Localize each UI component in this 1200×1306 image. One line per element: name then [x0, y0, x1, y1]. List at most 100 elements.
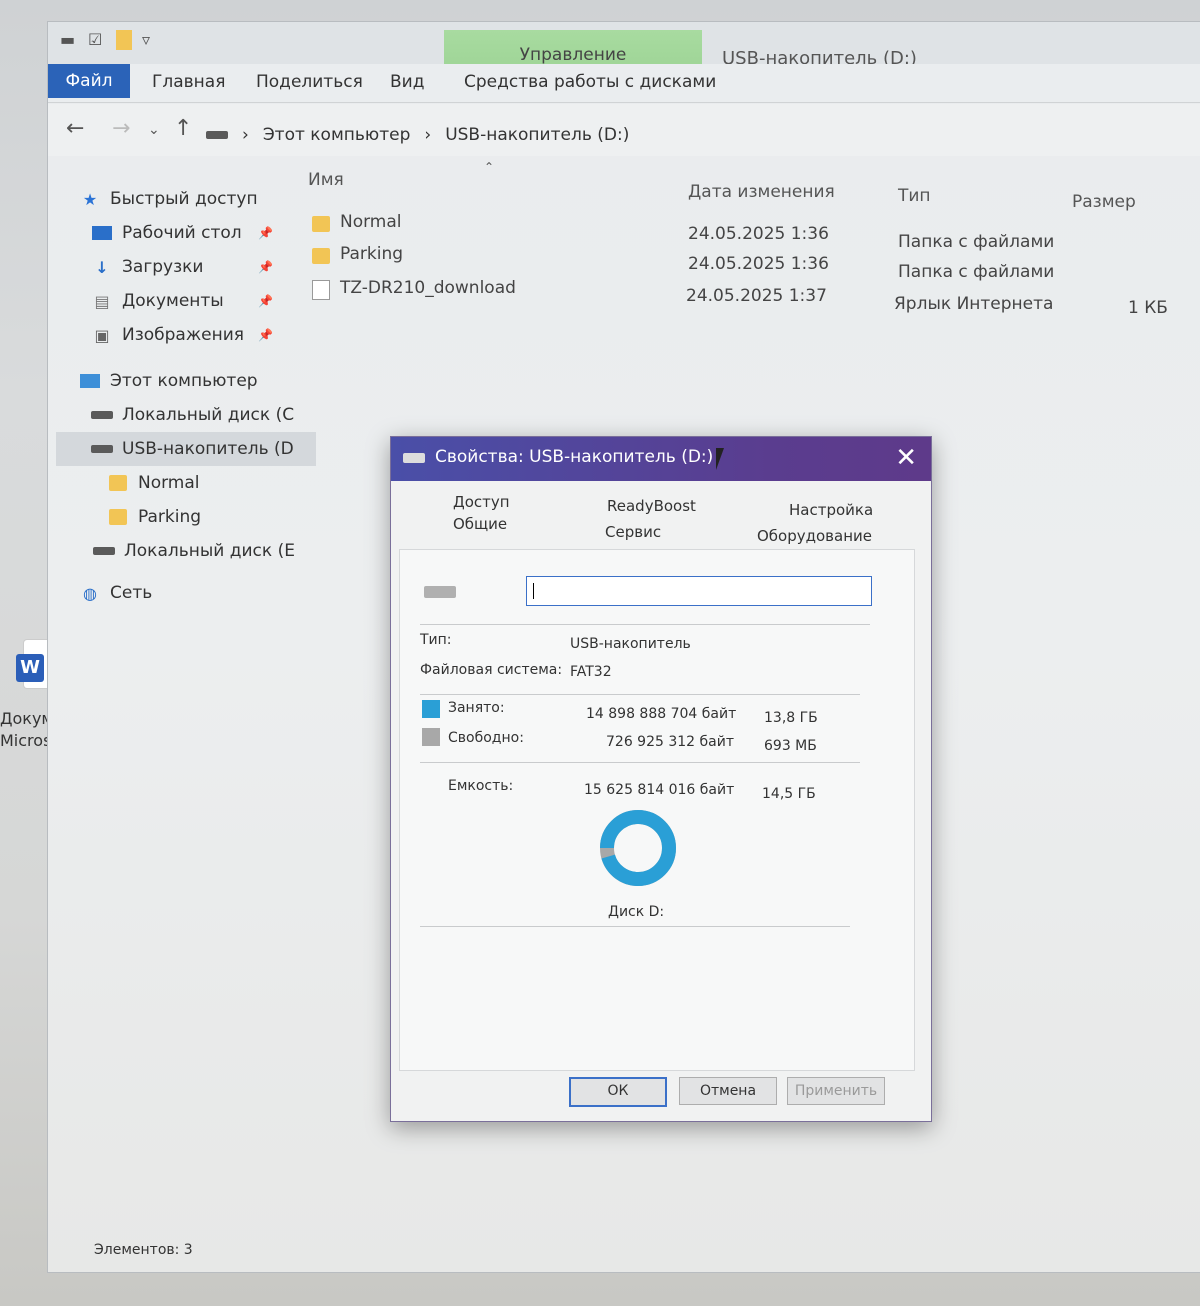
used-space-arc — [600, 810, 676, 886]
tab-readyboost[interactable]: ReadyBoost — [607, 497, 696, 515]
quick-access-toolbar: ▬ ☑ ▿ — [60, 30, 160, 50]
capacity-bytes: 15 625 814 016 байт — [584, 782, 735, 798]
nav-item-documents[interactable]: ▤ Документы 📌 — [78, 284, 308, 318]
folder-icon — [312, 248, 330, 264]
desktop-icon — [90, 223, 114, 243]
capacity-size: 14,5 ГБ — [762, 786, 816, 802]
tab-drive-tools[interactable]: Средства работы с дисками — [464, 72, 716, 92]
usb-drive-icon — [90, 439, 114, 459]
filesystem-value: FAT32 — [570, 664, 612, 680]
breadcrumb-item-this-pc[interactable]: Этот компьютер — [263, 125, 411, 145]
nav-item-label: Локальный диск (C — [122, 405, 295, 425]
disk-usage-ring — [600, 810, 676, 886]
file-name: TZ-DR210_download — [340, 278, 516, 298]
used-bytes: 14 898 888 704 байт — [586, 706, 737, 722]
file-size: 1 КБ — [1128, 298, 1168, 318]
nav-item-pictures[interactable]: ▣ Изображения 📌 — [78, 318, 308, 352]
free-bytes: 726 925 312 байт — [606, 734, 734, 750]
nav-item-quick-access[interactable]: ★ Быстрый доступ — [78, 182, 308, 216]
nav-item-label: Документы — [122, 291, 224, 311]
filesystem-label: Файловая система: — [420, 662, 563, 678]
breadcrumb[interactable]: › Этот компьютер › USB-накопитель (D:) — [206, 120, 1000, 150]
tab-file[interactable]: Файл — [48, 64, 130, 98]
used-label: Занято: — [448, 700, 505, 716]
file-date: 24.05.2025 1:36 — [688, 254, 829, 274]
drive-name-input[interactable] — [526, 576, 872, 606]
status-bar: Элементов: 3 — [94, 1242, 193, 1258]
nav-item-local-disk-e[interactable]: Локальный диск (E — [78, 534, 308, 568]
computer-icon — [78, 371, 102, 391]
nav-item-folder-parking[interactable]: Parking — [78, 500, 308, 534]
network-icon: ◍ — [83, 583, 97, 603]
properties-icon[interactable]: ☑ — [88, 30, 106, 50]
column-header-name[interactable]: Имя — [308, 170, 344, 190]
address-bar: ← → ⌄ ↑ › Этот компьютер › USB-накопител… — [48, 104, 1200, 156]
word-logo-icon: W — [16, 654, 44, 682]
nav-item-network[interactable]: ◍ Сеть — [78, 576, 308, 610]
drive-icon[interactable]: ▬ — [60, 30, 78, 50]
nav-item-label: Изображения — [122, 325, 245, 345]
nav-item-label: Сеть — [110, 583, 153, 603]
capacity-label: Емкость: — [448, 778, 514, 794]
file-row[interactable]: TZ-DR210_download 24.05.2025 1:37 Ярлык … — [310, 278, 1180, 318]
nav-item-folder-normal[interactable]: Normal — [78, 466, 308, 500]
apply-button[interactable]: Применить — [787, 1077, 885, 1105]
tab-tools[interactable]: Сервис — [605, 523, 661, 541]
nav-item-label: Parking — [138, 507, 202, 527]
nav-item-label: USB-накопитель (D — [122, 439, 294, 459]
nav-item-label: Normal — [138, 473, 200, 493]
nav-item-label: Этот компьютер — [110, 371, 258, 391]
documents-icon: ▤ — [94, 291, 110, 311]
file-date: 24.05.2025 1:37 — [686, 286, 827, 306]
new-folder-icon[interactable] — [116, 30, 132, 50]
tab-view[interactable]: Вид — [390, 72, 424, 92]
nav-item-desktop[interactable]: Рабочий стол 📌 — [78, 216, 308, 250]
tab-hardware[interactable]: Оборудование — [757, 527, 872, 545]
disk-label: Диск D: — [608, 904, 665, 920]
internet-shortcut-icon — [312, 280, 330, 300]
navigation-pane: ★ Быстрый доступ Рабочий стол 📌 ↓ Загруз… — [56, 172, 316, 610]
pin-icon[interactable]: 📌 — [258, 260, 273, 274]
nav-item-usb-drive[interactable]: USB-накопитель (D — [56, 432, 316, 466]
close-icon[interactable]: ✕ — [895, 443, 917, 473]
pin-icon[interactable]: 📌 — [258, 294, 273, 308]
file-name: Parking — [340, 244, 404, 264]
file-row[interactable]: Parking 24.05.2025 1:36 Папка с файлами — [310, 244, 1180, 282]
nav-item-this-pc[interactable]: Этот компьютер — [78, 364, 308, 398]
pin-icon[interactable]: 📌 — [258, 226, 273, 240]
type-value: USB-накопитель — [570, 636, 691, 652]
pin-icon[interactable]: 📌 — [258, 328, 273, 342]
divider — [420, 926, 850, 927]
column-header-type[interactable]: Тип — [898, 186, 931, 206]
file-row[interactable]: Normal 24.05.2025 1:36 Папка с файлами — [310, 212, 1180, 252]
used-size: 13,8 ГБ — [764, 710, 818, 726]
cancel-button[interactable]: Отмена — [679, 1077, 777, 1105]
nav-item-label: Загрузки — [122, 257, 204, 277]
back-arrow-icon[interactable]: ← — [66, 116, 84, 141]
properties-dialog: Свойства: USB-накопитель (D:) ✕ Доступ R… — [390, 436, 932, 1122]
recent-locations-chevron-icon[interactable]: ⌄ — [148, 122, 160, 138]
breadcrumb-item-usb[interactable]: USB-накопитель (D:) — [445, 125, 629, 145]
tab-customize[interactable]: Настройка — [789, 501, 873, 519]
mouse-cursor-icon — [716, 448, 730, 470]
sort-ascending-icon: ⌃ — [484, 160, 495, 174]
used-space-swatch — [422, 700, 440, 718]
nav-item-downloads[interactable]: ↓ Загрузки 📌 — [78, 250, 308, 284]
customize-toolbar-icon[interactable]: ▿ — [142, 30, 160, 50]
file-type: Ярлык Интернета — [894, 294, 1054, 314]
up-arrow-icon[interactable]: ↑ — [174, 116, 192, 141]
nav-item-local-disk-c[interactable]: Локальный диск (C — [78, 398, 308, 432]
tab-share[interactable]: Поделиться — [256, 72, 363, 92]
forward-arrow-icon[interactable]: → — [112, 116, 130, 141]
tab-home[interactable]: Главная — [152, 72, 225, 92]
ok-button[interactable]: ОК — [569, 1077, 667, 1107]
tab-general[interactable]: Общие — [453, 515, 507, 533]
tab-access[interactable]: Доступ — [453, 493, 510, 511]
column-header-size[interactable]: Размер — [1072, 192, 1136, 212]
folder-icon — [106, 507, 130, 527]
free-size: 693 МБ — [764, 738, 817, 754]
nav-item-label: Рабочий стол — [122, 223, 242, 243]
dialog-tabs: Доступ ReadyBoost Настройка Общие Сервис… — [401, 489, 911, 549]
column-header-date[interactable]: Дата изменения — [688, 182, 835, 202]
breadcrumb-separator-icon: › — [424, 125, 432, 145]
